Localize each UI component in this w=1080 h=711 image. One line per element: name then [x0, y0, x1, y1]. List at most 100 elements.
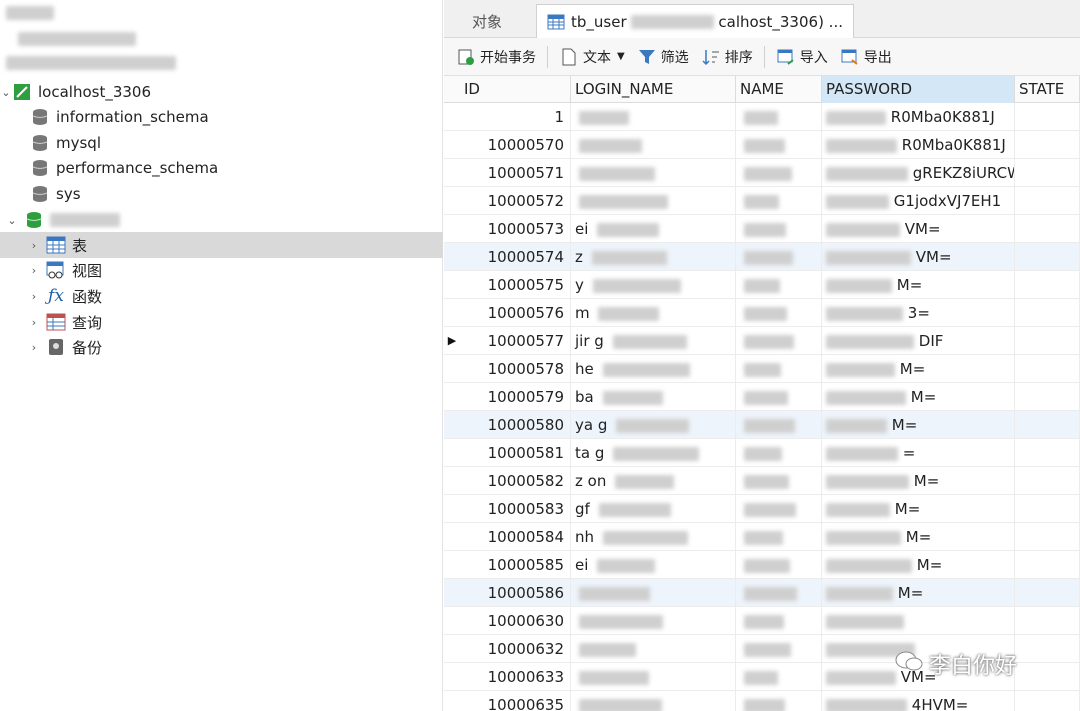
- connection-node[interactable]: ⌄ localhost_3306: [0, 79, 443, 105]
- cell-login-name[interactable]: [571, 187, 736, 215]
- cell-login-name[interactable]: ta g: [571, 439, 736, 467]
- cell-id[interactable]: 10000582: [460, 467, 571, 495]
- table-row[interactable]: 10000572 G1jodxVJ7EH1: [444, 187, 1080, 215]
- cell-name[interactable]: [736, 663, 822, 691]
- cell-login-name[interactable]: [571, 663, 736, 691]
- cell-password[interactable]: G1jodxVJ7EH1: [822, 187, 1015, 215]
- tab-table-data[interactable]: tb_user calhost_3306) ...: [536, 4, 854, 38]
- cell-name[interactable]: [736, 271, 822, 299]
- cell-login-name[interactable]: ei: [571, 215, 736, 243]
- database-node-performance-schema[interactable]: performance_schema: [0, 155, 443, 181]
- table-row[interactable]: 10000574 z VM=: [444, 243, 1080, 271]
- cell-password[interactable]: M=: [822, 495, 1015, 523]
- column-header-login-name[interactable]: LOGIN_NAME: [571, 76, 736, 103]
- table-row[interactable]: 10000582 z on M=: [444, 467, 1080, 495]
- cell-login-name[interactable]: jir g: [571, 327, 736, 355]
- cell-login-name[interactable]: [571, 103, 736, 131]
- cell-id[interactable]: 10000632: [460, 635, 571, 663]
- cell-login-name[interactable]: [571, 579, 736, 607]
- cell-password[interactable]: R0Mba0K881J: [822, 103, 1015, 131]
- cell-state[interactable]: [1015, 495, 1080, 523]
- cell-login-name[interactable]: m: [571, 299, 736, 327]
- filter-button[interactable]: 筛选: [631, 42, 695, 72]
- table-row[interactable]: 10000581 ta g =: [444, 439, 1080, 467]
- cell-state[interactable]: [1015, 579, 1080, 607]
- cell-login-name[interactable]: ya g: [571, 411, 736, 439]
- queries-node[interactable]: › 查询: [0, 309, 443, 335]
- table-row[interactable]: 10000576 m 3=: [444, 299, 1080, 327]
- cell-password[interactable]: =: [822, 439, 1015, 467]
- cell-id[interactable]: 10000584: [460, 523, 571, 551]
- data-grid[interactable]: ID LOGIN_NAME NAME PASSWORD STATE 1 R0Mb…: [444, 76, 1080, 711]
- cell-name[interactable]: [736, 439, 822, 467]
- cell-login-name[interactable]: [571, 691, 736, 711]
- cell-state[interactable]: [1015, 635, 1080, 663]
- table-row[interactable]: 10000573 ei VM=: [444, 215, 1080, 243]
- export-button[interactable]: 导出: [834, 42, 898, 72]
- cell-password[interactable]: M=: [822, 271, 1015, 299]
- cell-name[interactable]: [736, 495, 822, 523]
- cell-password[interactable]: gREKZ8iURCW: [822, 159, 1015, 187]
- cell-id[interactable]: 10000583: [460, 495, 571, 523]
- begin-transaction-button[interactable]: 开始事务: [450, 42, 542, 72]
- cell-state[interactable]: [1015, 271, 1080, 299]
- cell-name[interactable]: [736, 691, 822, 711]
- cell-state[interactable]: [1015, 131, 1080, 159]
- cell-password[interactable]: M=: [822, 411, 1015, 439]
- table-row[interactable]: 10000579 ba M=: [444, 383, 1080, 411]
- cell-login-name[interactable]: gf: [571, 495, 736, 523]
- column-header-name[interactable]: NAME: [736, 76, 822, 103]
- cell-password[interactable]: M=: [822, 551, 1015, 579]
- tab-objects[interactable]: 对象: [462, 4, 512, 38]
- cell-state[interactable]: [1015, 159, 1080, 187]
- cell-name[interactable]: [736, 103, 822, 131]
- cell-name[interactable]: [736, 579, 822, 607]
- table-row[interactable]: 1 R0Mba0K881J: [444, 103, 1080, 131]
- cell-name[interactable]: [736, 131, 822, 159]
- cell-id[interactable]: 10000586: [460, 579, 571, 607]
- cell-name[interactable]: [736, 215, 822, 243]
- cell-state[interactable]: [1015, 187, 1080, 215]
- cell-id[interactable]: 10000571: [460, 159, 571, 187]
- cell-password[interactable]: M=: [822, 355, 1015, 383]
- cell-name[interactable]: [736, 243, 822, 271]
- cell-name[interactable]: [736, 299, 822, 327]
- column-header-state[interactable]: STATE: [1015, 76, 1080, 103]
- table-row[interactable]: 10000635 4HVM=: [444, 691, 1080, 711]
- sort-button[interactable]: 排序: [695, 42, 759, 72]
- cell-password[interactable]: 4HVM=: [822, 691, 1015, 711]
- column-header-password[interactable]: PASSWORD: [822, 76, 1015, 103]
- cell-password[interactable]: VM=: [822, 243, 1015, 271]
- cell-login-name[interactable]: [571, 159, 736, 187]
- database-node-open[interactable]: ⌄: [0, 207, 443, 233]
- cell-login-name[interactable]: z: [571, 243, 736, 271]
- cell-state[interactable]: [1015, 355, 1080, 383]
- table-row[interactable]: 10000575 y M=: [444, 271, 1080, 299]
- cell-state[interactable]: [1015, 467, 1080, 495]
- cell-state[interactable]: [1015, 439, 1080, 467]
- cell-id[interactable]: 10000578: [460, 355, 571, 383]
- cell-password[interactable]: M=: [822, 579, 1015, 607]
- cell-id[interactable]: 10000574: [460, 243, 571, 271]
- cell-state[interactable]: [1015, 411, 1080, 439]
- chevron-right-icon[interactable]: ›: [28, 239, 40, 252]
- table-row[interactable]: 10000586 M=: [444, 579, 1080, 607]
- cell-name[interactable]: [736, 187, 822, 215]
- expand-chevron-icon[interactable]: ⌄: [6, 214, 18, 227]
- table-row[interactable]: 10000570 R0Mba0K881J: [444, 131, 1080, 159]
- cell-state[interactable]: [1015, 215, 1080, 243]
- database-node-information-schema[interactable]: information_schema: [0, 104, 443, 130]
- cell-id[interactable]: 10000635: [460, 691, 571, 711]
- cell-id[interactable]: 10000581: [460, 439, 571, 467]
- cell-id[interactable]: 1: [460, 103, 571, 131]
- cell-login-name[interactable]: [571, 131, 736, 159]
- cell-id[interactable]: 10000633: [460, 663, 571, 691]
- cell-state[interactable]: [1015, 551, 1080, 579]
- text-button[interactable]: 文本 ▼: [553, 42, 631, 72]
- cell-password[interactable]: M=: [822, 467, 1015, 495]
- table-row[interactable]: 10000571 gREKZ8iURCW: [444, 159, 1080, 187]
- cell-login-name[interactable]: [571, 607, 736, 635]
- cell-password[interactable]: 3=: [822, 299, 1015, 327]
- tables-node[interactable]: › 表: [0, 232, 443, 258]
- cell-name[interactable]: [736, 159, 822, 187]
